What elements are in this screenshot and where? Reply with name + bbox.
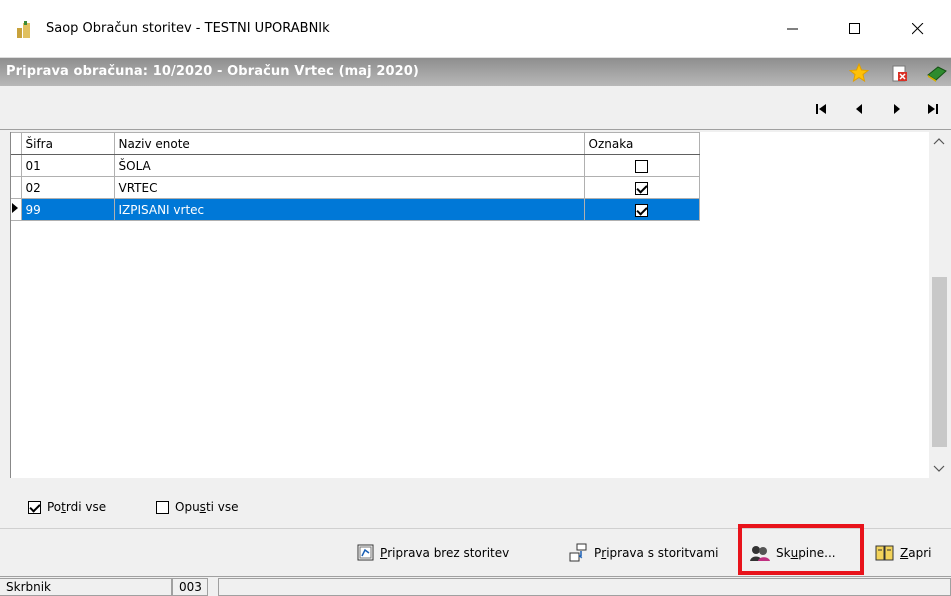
- title-bar: Saop Obračun storitev - TESTNI UPORABNIk: [0, 0, 951, 58]
- form-header: Priprava obračuna: 10/2020 - Obračun Vrt…: [0, 58, 951, 86]
- priprava-brez-storitev-button[interactable]: Priprava brez storitev: [357, 541, 509, 565]
- row-indicator: [11, 198, 22, 221]
- vertical-scrollbar[interactable]: [929, 132, 950, 478]
- column-header-naziv[interactable]: Naziv enote: [113, 132, 585, 155]
- scrollbar-thumb[interactable]: [932, 277, 947, 447]
- selection-toggles: Po t rdi vse Opu s ti vse: [0, 482, 951, 522]
- cell-naziv[interactable]: IZPISANI vrtec: [113, 198, 585, 221]
- first-record-button[interactable]: [810, 98, 832, 120]
- star-icon[interactable]: [848, 62, 870, 83]
- cell-sifra[interactable]: 02: [20, 176, 115, 199]
- prepare-icon: [357, 544, 374, 561]
- skupine-highlight-box: [738, 524, 864, 575]
- row-indicator: [11, 154, 22, 177]
- checkbox-box[interactable]: [156, 500, 169, 514]
- potrdi-vse-checkbox[interactable]: Po t rdi vse: [28, 500, 106, 514]
- close-button[interactable]: [895, 14, 941, 44]
- cell-sifra[interactable]: 01: [20, 154, 115, 177]
- status-message-panel: [218, 578, 951, 596]
- book-icon[interactable]: [926, 63, 947, 83]
- cell-naziv[interactable]: ŠOLA: [113, 154, 585, 177]
- cell-oznaka[interactable]: [583, 176, 700, 199]
- cell-oznaka[interactable]: [583, 198, 700, 221]
- app-icon: [14, 20, 34, 40]
- cell-oznaka[interactable]: [583, 154, 700, 177]
- form-title: Priprava obračuna: 10/2020 - Obračun Vrt…: [6, 64, 419, 79]
- row-indicator: [11, 176, 22, 199]
- oznaka-checkbox[interactable]: [634, 203, 648, 217]
- column-header-sifra[interactable]: Šifra: [20, 132, 115, 155]
- table-row[interactable]: 99 IZPISANI vrtec: [11, 198, 700, 221]
- checkbox-box[interactable]: [28, 500, 41, 514]
- minimize-button[interactable]: [770, 14, 816, 44]
- column-header-oznaka[interactable]: Oznaka: [583, 132, 700, 155]
- opusti-vse-checkbox[interactable]: Opu s ti vse: [156, 500, 239, 514]
- oznaka-checkbox[interactable]: [634, 181, 648, 195]
- table-row[interactable]: 02 VRTEC: [11, 176, 700, 199]
- scroll-up-icon[interactable]: [933, 136, 945, 146]
- table-row[interactable]: 01 ŠOLA: [11, 154, 700, 177]
- scroll-down-icon[interactable]: [933, 464, 945, 474]
- zapri-button[interactable]: Zapri: [875, 541, 931, 565]
- last-record-button[interactable]: [922, 98, 944, 120]
- maximize-button[interactable]: [832, 14, 878, 44]
- delete-document-icon[interactable]: [890, 63, 910, 83]
- next-record-button[interactable]: [886, 98, 908, 120]
- record-navigator: [0, 86, 951, 130]
- prepare-services-icon: [569, 543, 587, 562]
- priprava-s-storitvami-button[interactable]: Pr iprava s storitvami: [569, 541, 719, 565]
- window-title: Saop Obračun storitev - TESTNI UPORABNIk: [46, 21, 330, 36]
- previous-record-button[interactable]: [848, 98, 870, 120]
- status-bar: Skrbnik 003: [0, 576, 951, 596]
- units-grid[interactable]: Šifra Naziv enote Oznaka 01 ŠOLA 02 VRTEC 99…: [10, 132, 950, 478]
- current-row-icon: [12, 203, 18, 213]
- status-user-label: Skrbnik: [0, 578, 172, 596]
- cell-naziv[interactable]: VRTEC: [113, 176, 585, 199]
- status-user-code: 003: [172, 578, 208, 596]
- cell-sifra[interactable]: 99: [20, 198, 115, 221]
- close-book-icon: [875, 545, 894, 561]
- oznaka-checkbox[interactable]: [634, 159, 648, 173]
